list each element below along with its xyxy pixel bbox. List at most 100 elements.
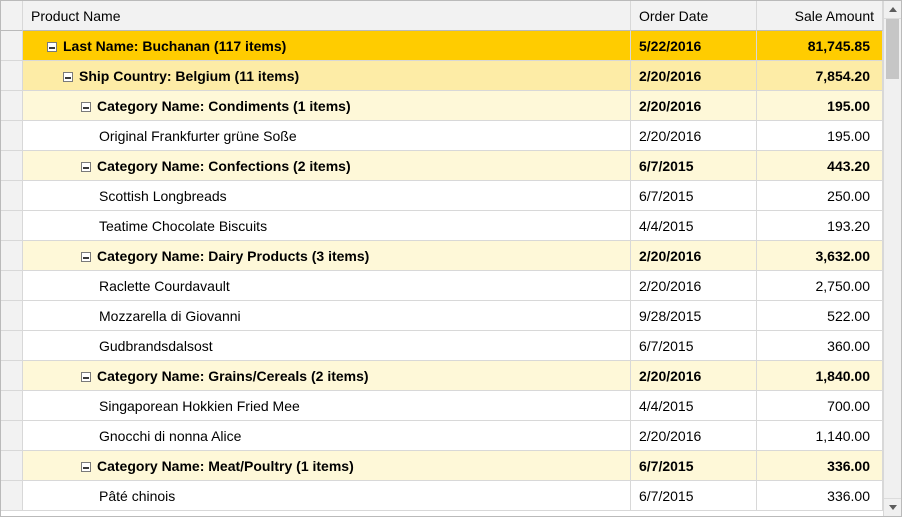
order-date-cell: 2/20/2016: [631, 121, 757, 151]
order-date-cell: 2/20/2016: [631, 271, 757, 301]
order-date-cell: 2/20/2016: [631, 61, 757, 91]
group-row[interactable]: Last Name: Buchanan (117 items) 5/22/2016…: [1, 31, 883, 61]
collapse-icon[interactable]: [81, 462, 91, 472]
group-label-cell: Category Name: Grains/Cereals (2 items): [23, 361, 631, 391]
product-name-cell: Pâté chinois: [23, 481, 631, 511]
group-label: Category Name: Dairy Products (3 items): [97, 248, 369, 264]
collapse-icon[interactable]: [81, 162, 91, 172]
order-date-cell: 2/20/2016: [631, 91, 757, 121]
group-label: Category Name: Meat/Poultry (1 items): [97, 458, 354, 474]
product-name: Original Frankfurter grüne Soße: [99, 128, 297, 144]
indicator-header: [1, 1, 23, 31]
row-indicator: [1, 391, 23, 421]
collapse-icon[interactable]: [81, 252, 91, 262]
group-label-cell: Category Name: Meat/Poultry (1 items): [23, 451, 631, 481]
product-name: Scottish Longbreads: [99, 188, 227, 204]
group-row[interactable]: Category Name: Confections (2 items) 6/7/…: [1, 151, 883, 181]
row-indicator: [1, 271, 23, 301]
row-indicator: [1, 211, 23, 241]
order-date-cell: 4/4/2015: [631, 391, 757, 421]
data-row[interactable]: Mozzarella di Giovanni9/28/2015522.00: [1, 301, 883, 331]
group-row[interactable]: Category Name: Meat/Poultry (1 items) 6/7…: [1, 451, 883, 481]
row-indicator: [1, 151, 23, 181]
grid-content: Product Name Order Date Sale Amount Last…: [1, 1, 883, 516]
order-date-cell: 6/7/2015: [631, 181, 757, 211]
col-header-sale-amount[interactable]: Sale Amount: [757, 1, 883, 31]
sale-amount-cell: 195.00: [757, 91, 883, 121]
group-row[interactable]: Category Name: Condiments (1 items) 2/20/…: [1, 91, 883, 121]
group-label-cell: Last Name: Buchanan (117 items): [23, 31, 631, 61]
sale-amount-cell: 1,840.00: [757, 361, 883, 391]
chevron-down-icon: [889, 505, 897, 510]
collapse-icon[interactable]: [63, 72, 73, 82]
product-name-cell: Scottish Longbreads: [23, 181, 631, 211]
order-date-cell: 2/20/2016: [631, 241, 757, 271]
row-indicator: [1, 421, 23, 451]
group-label: Last Name: Buchanan (117 items): [63, 38, 286, 54]
data-row[interactable]: Gnocchi di nonna Alice2/20/20161,140.00: [1, 421, 883, 451]
order-date-cell: 5/22/2016: [631, 31, 757, 61]
group-row[interactable]: Category Name: Dairy Products (3 items) 2…: [1, 241, 883, 271]
product-name: Singaporean Hokkien Fried Mee: [99, 398, 300, 414]
product-name-cell: Teatime Chocolate Biscuits: [23, 211, 631, 241]
sale-amount-cell: 7,854.20: [757, 61, 883, 91]
product-name: Gnocchi di nonna Alice: [99, 428, 241, 444]
product-name-cell: Singaporean Hokkien Fried Mee: [23, 391, 631, 421]
product-name: Gudbrandsdalsost: [99, 338, 213, 354]
group-label: Category Name: Condiments (1 items): [97, 98, 351, 114]
vertical-scrollbar[interactable]: [883, 1, 901, 516]
data-row[interactable]: Teatime Chocolate Biscuits4/4/2015193.20: [1, 211, 883, 241]
product-name: Raclette Courdavault: [99, 278, 230, 294]
scroll-up-button[interactable]: [884, 1, 901, 19]
product-name-cell: Gnocchi di nonna Alice: [23, 421, 631, 451]
row-indicator: [1, 361, 23, 391]
group-row[interactable]: Category Name: Grains/Cereals (2 items)2…: [1, 361, 883, 391]
product-name-cell: Original Frankfurter grüne Soße: [23, 121, 631, 151]
sale-amount-cell: 336.00: [757, 451, 883, 481]
group-label-cell: Category Name: Condiments (1 items): [23, 91, 631, 121]
product-name-cell: Gudbrandsdalsost: [23, 331, 631, 361]
scroll-down-button[interactable]: [884, 498, 901, 516]
order-date-cell: 6/7/2015: [631, 481, 757, 511]
scrollbar-track[interactable]: [884, 19, 901, 498]
row-indicator: [1, 241, 23, 271]
group-label-cell: Category Name: Dairy Products (3 items): [23, 241, 631, 271]
sale-amount-cell: 81,745.85: [757, 31, 883, 61]
sale-amount-cell: 2,750.00: [757, 271, 883, 301]
order-date-cell: 6/7/2015: [631, 451, 757, 481]
col-header-order-date[interactable]: Order Date: [631, 1, 757, 31]
row-indicator: [1, 121, 23, 151]
row-indicator: [1, 181, 23, 211]
order-date-cell: 6/7/2015: [631, 151, 757, 181]
product-name-cell: Mozzarella di Giovanni: [23, 301, 631, 331]
sale-amount-cell: 193.20: [757, 211, 883, 241]
sale-amount-cell: 700.00: [757, 391, 883, 421]
order-date-cell: 4/4/2015: [631, 211, 757, 241]
data-grid: Product Name Order Date Sale Amount Last…: [0, 0, 902, 517]
row-indicator: [1, 451, 23, 481]
sale-amount-cell: 443.20: [757, 151, 883, 181]
collapse-icon[interactable]: [81, 102, 91, 112]
order-date-cell: 6/7/2015: [631, 331, 757, 361]
scrollbar-thumb[interactable]: [886, 19, 899, 79]
group-label-cell: Category Name: Confections (2 items): [23, 151, 631, 181]
sale-amount-cell: 195.00: [757, 121, 883, 151]
col-header-product-name[interactable]: Product Name: [23, 1, 631, 31]
row-indicator: [1, 31, 23, 61]
sale-amount-cell: 3,632.00: [757, 241, 883, 271]
collapse-icon[interactable]: [81, 372, 91, 382]
order-date-cell: 9/28/2015: [631, 301, 757, 331]
data-row[interactable]: Pâté chinois6/7/2015336.00: [1, 481, 883, 511]
data-row[interactable]: Gudbrandsdalsost6/7/2015360.00: [1, 331, 883, 361]
data-row[interactable]: Scottish Longbreads6/7/2015250.00: [1, 181, 883, 211]
group-row[interactable]: Ship Country: Belgium (11 items)2/20/201…: [1, 61, 883, 91]
order-date-cell: 2/20/2016: [631, 421, 757, 451]
data-row[interactable]: Raclette Courdavault 2/20/20162,750.00: [1, 271, 883, 301]
collapse-icon[interactable]: [47, 42, 57, 52]
data-row[interactable]: Original Frankfurter grüne Soße 2/20/2016…: [1, 121, 883, 151]
row-indicator: [1, 61, 23, 91]
group-label: Category Name: Confections (2 items): [97, 158, 351, 174]
product-name: Mozzarella di Giovanni: [99, 308, 241, 324]
header-row: Product Name Order Date Sale Amount: [1, 1, 883, 31]
data-row[interactable]: Singaporean Hokkien Fried Mee 4/4/2015700…: [1, 391, 883, 421]
